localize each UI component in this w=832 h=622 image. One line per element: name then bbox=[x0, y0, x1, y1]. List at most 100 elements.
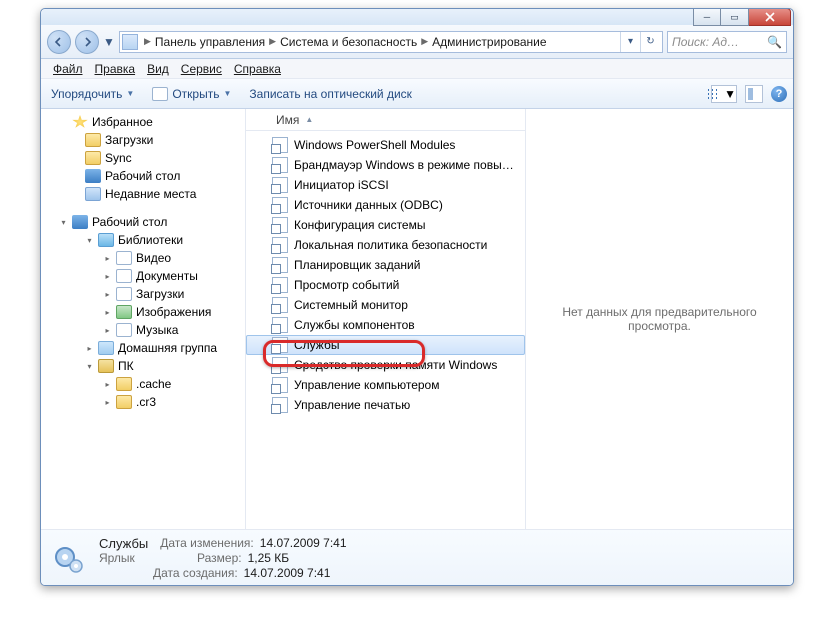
tree-item[interactable]: Видео bbox=[136, 251, 171, 265]
organize-button[interactable]: Упорядочить▼ bbox=[47, 83, 138, 105]
file-list-item[interactable]: Просмотр событий bbox=[246, 275, 525, 295]
images-icon bbox=[116, 305, 132, 319]
file-list-item[interactable]: Источники данных (ODBC) bbox=[246, 195, 525, 215]
file-column: Имя▲ Windows PowerShell Modules Брандмауэ… bbox=[246, 109, 793, 529]
breadcrumb-dropdown[interactable]: ▾ bbox=[620, 32, 640, 52]
shortcut-icon bbox=[272, 177, 288, 193]
tree-item[interactable]: Музыка bbox=[136, 323, 178, 337]
expand-toggle[interactable]: ▸ bbox=[103, 380, 112, 389]
chevron-right-icon[interactable]: ▶ bbox=[267, 36, 278, 47]
expand-toggle[interactable]: ▸ bbox=[103, 398, 112, 407]
file-list-item[interactable]: Планировщик заданий bbox=[246, 255, 525, 275]
tree-item[interactable]: Sync bbox=[105, 151, 132, 165]
tree-pc[interactable]: ПК bbox=[118, 359, 134, 373]
preview-pane-button[interactable] bbox=[745, 85, 763, 103]
menu-view[interactable]: Вид bbox=[141, 60, 175, 78]
file-list-item[interactable]: Средство проверки памяти Windows bbox=[246, 355, 525, 375]
details-type: Ярлык bbox=[99, 551, 147, 566]
details-created-label: Дата создания: bbox=[153, 566, 238, 581]
file-name: Локальная политика безопасности bbox=[294, 238, 487, 252]
search-placeholder: Поиск: Ад… bbox=[672, 35, 739, 49]
file-name: Брандмауэр Windows в режиме повы… bbox=[294, 158, 514, 172]
help-icon[interactable]: ? bbox=[771, 86, 787, 102]
command-bar: Упорядочить▼ Открыть▼ Записать на оптиче… bbox=[41, 79, 793, 109]
tree-item[interactable]: .cr3 bbox=[136, 395, 156, 409]
forward-button[interactable] bbox=[75, 30, 99, 54]
titlebar[interactable]: ─ ▭ bbox=[41, 9, 793, 25]
expand-toggle[interactable]: ▾ bbox=[85, 236, 94, 245]
details-name: Службы bbox=[99, 536, 148, 551]
expand-toggle[interactable]: ▸ bbox=[103, 326, 112, 335]
shortcut-icon bbox=[272, 237, 288, 253]
explorer-window: ─ ▭ ▼ ▶ Панель управления ▶ Система и бе… bbox=[40, 8, 794, 586]
menu-help[interactable]: Справка bbox=[228, 60, 287, 78]
chevron-right-icon[interactable]: ▶ bbox=[419, 36, 430, 47]
view-options-button[interactable]: ▼ bbox=[711, 85, 737, 103]
refresh-button[interactable]: ↻ bbox=[640, 32, 660, 52]
menu-tools[interactable]: Сервис bbox=[175, 60, 228, 78]
details-size: 1,25 КБ bbox=[248, 551, 290, 566]
shortcut-icon bbox=[272, 377, 288, 393]
expand-toggle[interactable]: ▸ bbox=[85, 344, 94, 353]
close-button[interactable] bbox=[749, 8, 791, 26]
back-button[interactable] bbox=[47, 30, 71, 54]
documents-icon bbox=[116, 269, 132, 283]
nav-history-dropdown[interactable]: ▼ bbox=[103, 30, 115, 54]
tree-item[interactable]: Документы bbox=[136, 269, 198, 283]
preview-pane: Нет данных для предварительного просмотр… bbox=[526, 109, 793, 529]
breadcrumb-item[interactable]: Администрирование bbox=[430, 33, 548, 51]
folder-icon bbox=[85, 151, 101, 165]
menu-edit[interactable]: Правка bbox=[89, 60, 142, 78]
file-list-item[interactable]: Службы компонентов bbox=[246, 315, 525, 335]
expand-toggle[interactable]: ▸ bbox=[103, 272, 112, 281]
tree-item[interactable]: Недавние места bbox=[105, 187, 196, 201]
file-list-item[interactable]: Инициатор iSCSI bbox=[246, 175, 525, 195]
tree-item[interactable]: Изображения bbox=[136, 305, 211, 319]
breadcrumb-item[interactable]: Система и безопасность bbox=[278, 33, 419, 51]
file-list-item[interactable]: Системный монитор bbox=[246, 295, 525, 315]
expand-toggle[interactable] bbox=[59, 118, 68, 127]
menu-file[interactable]: Файл bbox=[47, 60, 89, 78]
expand-toggle[interactable]: ▸ bbox=[103, 290, 112, 299]
burn-button[interactable]: Записать на оптический диск bbox=[245, 83, 416, 105]
tree-libraries[interactable]: Библиотеки bbox=[118, 233, 183, 247]
open-button[interactable]: Открыть▼ bbox=[148, 83, 235, 105]
file-list-item[interactable]: Управление компьютером bbox=[246, 375, 525, 395]
tree-item[interactable]: Рабочий стол bbox=[105, 169, 180, 183]
minimize-button[interactable]: ─ bbox=[693, 8, 721, 26]
breadcrumb[interactable]: ▶ Панель управления ▶ Система и безопасн… bbox=[119, 31, 663, 53]
shortcut-icon bbox=[272, 197, 288, 213]
shortcut-icon bbox=[272, 217, 288, 233]
file-name: Управление печатью bbox=[294, 398, 410, 412]
tree-homegroup[interactable]: Домашняя группа bbox=[118, 341, 217, 355]
tree-favorites[interactable]: Избранное bbox=[92, 115, 153, 129]
expand-toggle[interactable]: ▾ bbox=[59, 218, 68, 227]
expand-toggle[interactable]: ▸ bbox=[103, 308, 112, 317]
file-list-item[interactable]: Windows PowerShell Modules bbox=[246, 135, 525, 155]
file-list-item[interactable]: Локальная политика безопасности bbox=[246, 235, 525, 255]
tree-item[interactable]: Загрузки bbox=[105, 133, 153, 147]
file-name: Windows PowerShell Modules bbox=[294, 138, 455, 152]
navigation-tree[interactable]: Избранное Загрузки Sync Рабочий стол Нед… bbox=[41, 109, 246, 529]
file-name: Конфигурация системы bbox=[294, 218, 425, 232]
search-input[interactable]: Поиск: Ад… 🔍 bbox=[667, 31, 787, 53]
file-list-item[interactable]: Конфигурация системы bbox=[246, 215, 525, 235]
file-list-item[interactable]: Управление печатью bbox=[246, 395, 525, 415]
file-list-item[interactable]: Брандмауэр Windows в режиме повы… bbox=[246, 155, 525, 175]
file-list[interactable]: Имя▲ Windows PowerShell Modules Брандмауэ… bbox=[246, 109, 526, 529]
homegroup-icon bbox=[98, 341, 114, 355]
libraries-icon bbox=[98, 233, 114, 247]
breadcrumb-item[interactable]: Панель управления bbox=[153, 33, 267, 51]
window-controls: ─ ▭ bbox=[693, 8, 791, 26]
tree-item[interactable]: .cache bbox=[136, 377, 171, 391]
chevron-right-icon[interactable]: ▶ bbox=[142, 36, 153, 47]
expand-toggle[interactable]: ▾ bbox=[85, 362, 94, 371]
search-icon[interactable]: 🔍 bbox=[767, 35, 782, 49]
expand-toggle[interactable]: ▸ bbox=[103, 254, 112, 263]
video-icon bbox=[116, 251, 132, 265]
file-list-item[interactable]: Службы bbox=[246, 335, 525, 355]
tree-item[interactable]: Загрузки bbox=[136, 287, 184, 301]
maximize-button[interactable]: ▭ bbox=[721, 8, 749, 26]
column-header-name[interactable]: Имя▲ bbox=[246, 109, 525, 131]
tree-desktop[interactable]: Рабочий стол bbox=[92, 215, 167, 229]
